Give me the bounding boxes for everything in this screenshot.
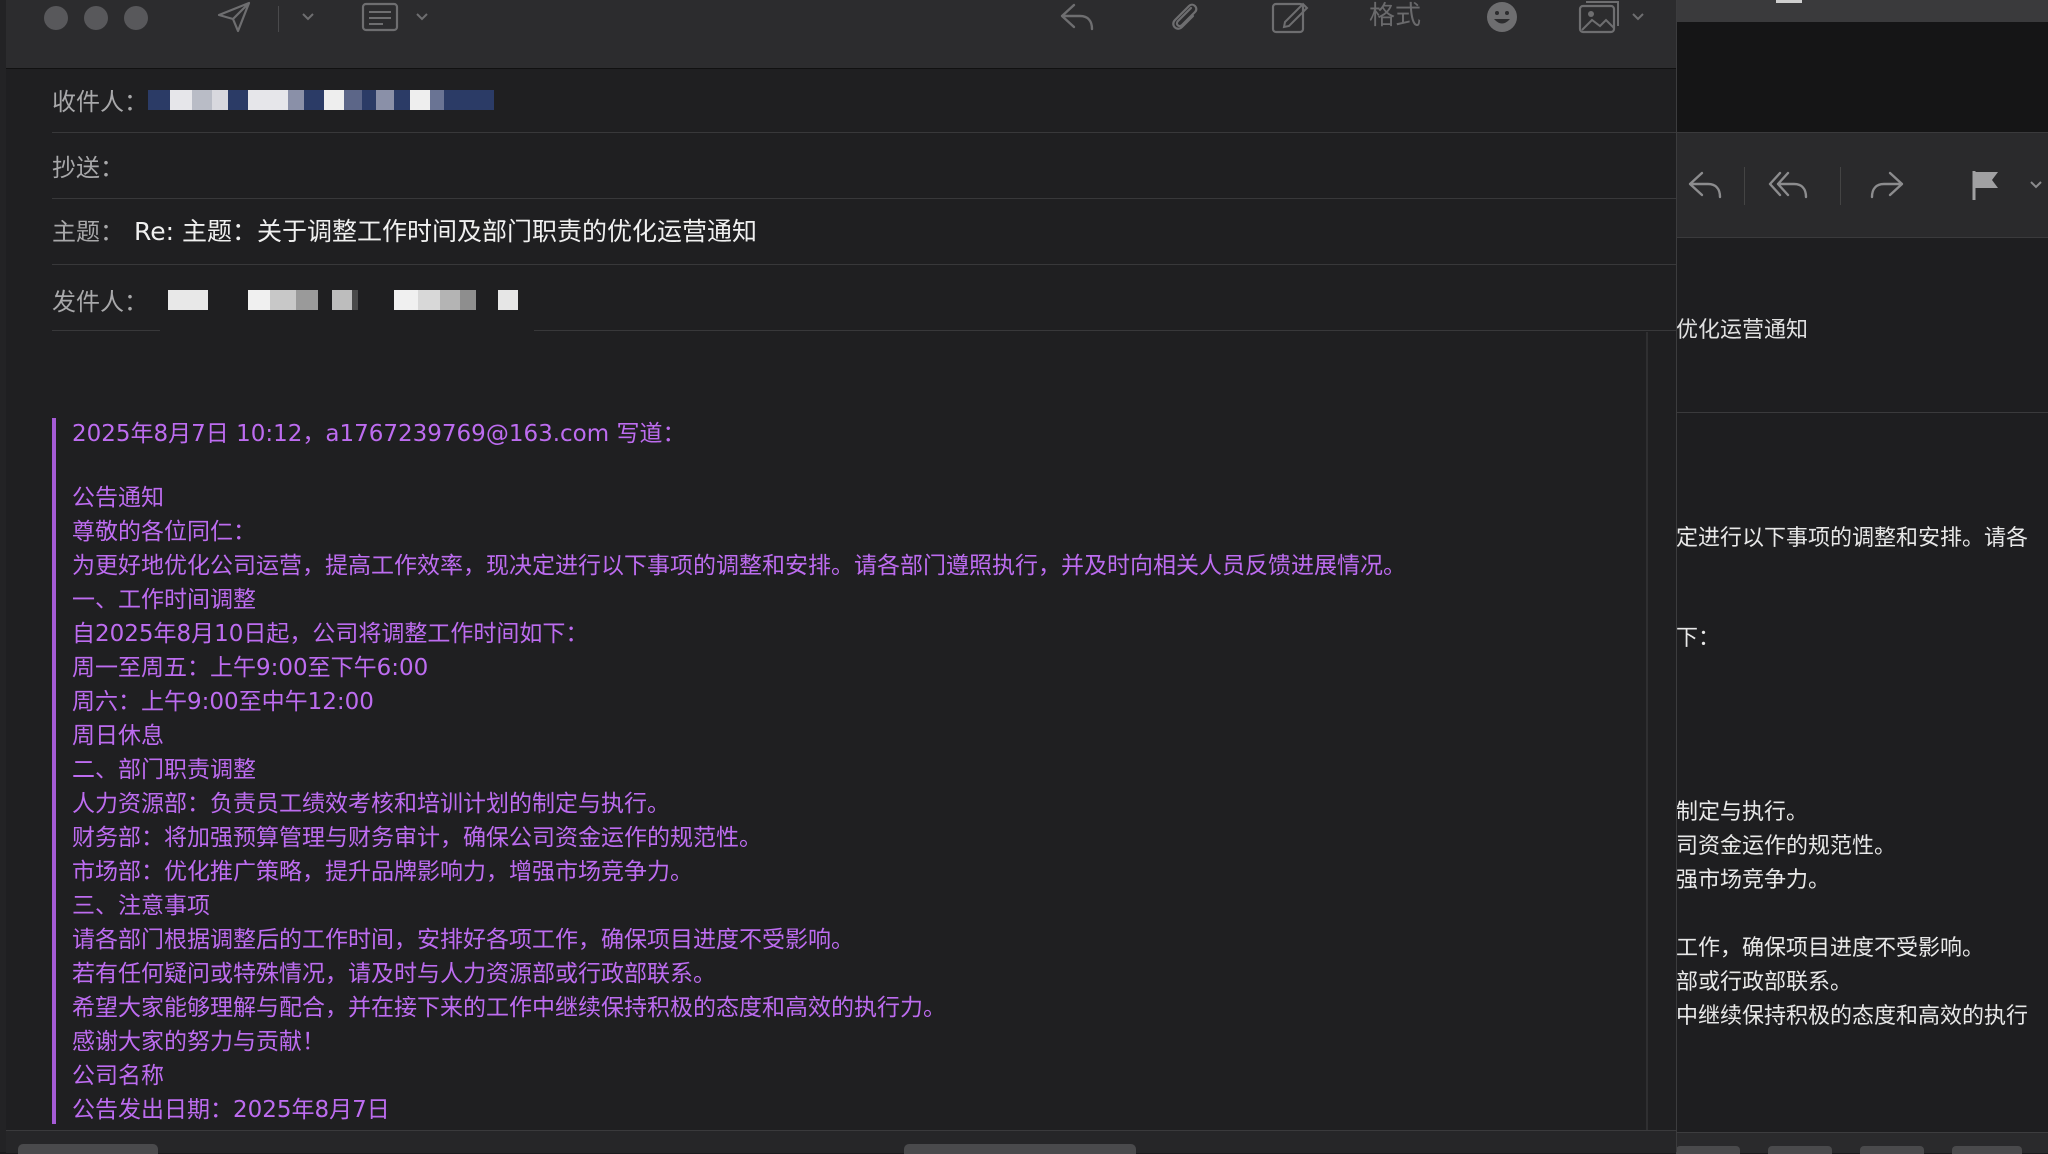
format-button[interactable]: 格式	[1369, 0, 1421, 32]
reply-icon[interactable]	[1056, 0, 1100, 34]
quote-header: 2025年8月7日 10:12，a1767239769@163.com 写道：	[72, 421, 686, 447]
zoom-window-button[interactable]	[124, 6, 148, 30]
reply-icon[interactable]	[1676, 161, 1736, 209]
quote-line: 感谢大家的努力与贡献！	[72, 1029, 325, 1055]
header-fields-icon[interactable]	[358, 0, 402, 34]
subject-field[interactable]: Re: 主题：关于调整工作时间及部门职责的优化运营通知	[134, 212, 757, 248]
viewer-title-strip	[1676, 0, 2048, 22]
viewer-body-line: 强市场竞争力。	[1676, 868, 1831, 893]
quote-line: 请各部门根据调整后的工作时间，安排好各项工作，确保项目进度不受影响。	[72, 927, 854, 953]
quote-line: 人力资源部：负责员工绩效考核和培训计划的制定与执行。	[72, 791, 670, 817]
viewer-body-line: 制定与执行。	[1676, 800, 1809, 825]
viewer-body-line: 下：	[1676, 626, 1721, 651]
send-options-chevron-icon[interactable]	[296, 0, 320, 34]
cc-label: 抄送：	[52, 154, 124, 182]
header-fields-chevron-icon[interactable]	[410, 0, 434, 34]
compose-toolbar: 格式	[6, 0, 1676, 69]
quote-line: 财务部：将加强预算管理与财务审计，确保公司资金运作的规范性。	[72, 825, 762, 851]
quote-line: 尊敬的各位同仁：	[72, 519, 256, 545]
photo-browser-chevron-icon[interactable]	[1626, 0, 1650, 34]
viewer-body-line: 司资金运作的规范性。	[1676, 834, 1897, 859]
close-window-button[interactable]	[44, 6, 68, 30]
viewer-body-line: 中继续保持积极的态度和高效的执行	[1676, 1004, 2029, 1029]
quote-line: 公告发出日期：2025年8月7日	[72, 1097, 390, 1123]
quote-line: 市场部：优化推广策略，提升品牌影响力，增强市场竞争力。	[72, 859, 693, 885]
to-label: 收件人：	[52, 88, 148, 116]
viewer-body-line: 定进行以下事项的调整和安排。请各	[1676, 526, 2029, 551]
quote-bar	[52, 418, 56, 1124]
markup-icon[interactable]	[1268, 0, 1312, 34]
compose-bottom-bar	[6, 1130, 1676, 1153]
quote-line: 周日休息	[72, 723, 164, 749]
from-label: 发件人：	[52, 288, 148, 316]
quote-line: 二、部门职责调整	[72, 757, 256, 783]
bottom-tab[interactable]	[18, 1144, 158, 1154]
quote-line: 为更好地优化公司运营，提高工作效率，现决定进行以下事项的调整和安排。请各部门遵照…	[72, 553, 1406, 579]
send-icon[interactable]	[212, 0, 256, 34]
forward-icon[interactable]	[1856, 161, 1916, 209]
minimize-window-button[interactable]	[84, 6, 108, 30]
viewer-body-line: 工作，确保项目进度不受影响。	[1676, 936, 1985, 961]
background-mail-viewer: 优化运营通知 定进行以下事项的调整和安排。请各 下： 制定与执行。 司资金运作的…	[1676, 0, 2048, 1154]
quote-line: 三、注意事项	[72, 893, 210, 919]
bottom-tab[interactable]	[904, 1144, 1136, 1154]
quote-line: 公告通知	[72, 485, 164, 511]
quote-line: 公司名称	[72, 1063, 164, 1089]
reply-all-icon[interactable]	[1760, 161, 1820, 209]
emoji-icon[interactable]	[1480, 0, 1524, 34]
body-scrollbar[interactable]	[1646, 332, 1648, 1132]
subject-label: 主题：	[52, 218, 124, 246]
to-recipient-redacted[interactable]	[148, 90, 494, 110]
attachment-icon[interactable]	[1162, 0, 1206, 34]
quote-line: 周六：上午9:00至中午12:00	[72, 689, 374, 715]
viewer-subject-fragment: 优化运营通知	[1676, 318, 1809, 343]
quote-line: 周一至周五：上午9:00至下午6:00	[72, 655, 429, 681]
compose-window: 格式 收件人： 抄送： 主题： Re: 主题：关于调整工作时间及部门职责的优化运…	[6, 0, 1677, 1154]
flag-menu-chevron-icon[interactable]	[2024, 161, 2048, 209]
quote-line: 希望大家能够理解与配合，并在接下来的工作中继续保持积极的态度和高效的执行力。	[72, 995, 946, 1021]
quote-line: 一、工作时间调整	[72, 587, 256, 613]
quote-line: 若有任何疑问或特殊情况，请及时与人力资源部或行政部联系。	[72, 961, 716, 987]
photo-browser-icon[interactable]	[1574, 0, 1624, 34]
quote-line: 自2025年8月10日起，公司将调整工作时间如下：	[72, 621, 589, 647]
flag-icon[interactable]	[1956, 161, 2016, 209]
from-sender-redacted[interactable]	[168, 290, 518, 310]
viewer-message-list-area	[1676, 22, 2048, 132]
viewer-toolbar	[1676, 132, 2048, 238]
viewer-body-line: 部或行政部联系。	[1676, 970, 1853, 995]
